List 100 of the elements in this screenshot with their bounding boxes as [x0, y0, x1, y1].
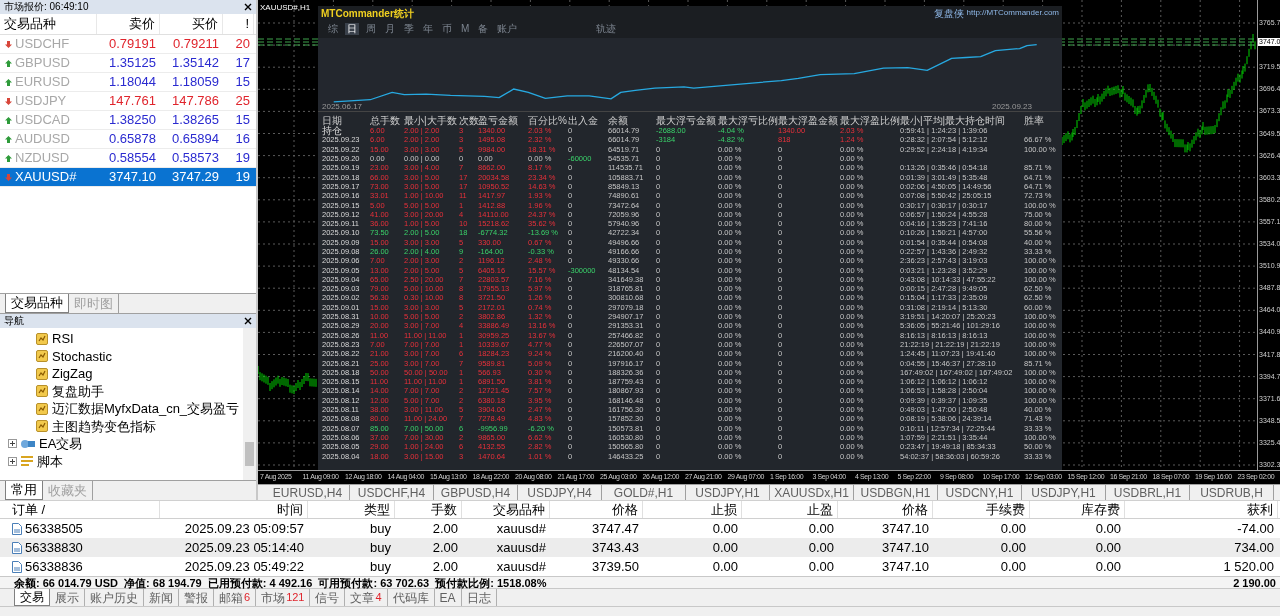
table-cell-text: -74.00: [1236, 519, 1275, 538]
document-icon: [12, 522, 22, 535]
column-header[interactable]: 价格: [550, 501, 643, 518]
panel-tab[interactable]: 月: [383, 23, 397, 35]
table-cell-text: 0.00: [807, 519, 835, 538]
table-cell-text: 3747.10: [881, 538, 930, 557]
column-header[interactable]: !: [223, 14, 254, 34]
column-header[interactable]: 买价: [160, 14, 223, 34]
tree-item[interactable]: 迈汇数据MyfxData_cn_交易盈亏: [52, 401, 240, 417]
column-header[interactable]: 时间: [160, 501, 308, 518]
panel-tab[interactable]: 日: [345, 23, 359, 35]
bid-price: 1.18044: [108, 73, 157, 92]
spread-value: 15: [234, 73, 251, 92]
column-header[interactable]: 库存费: [1030, 501, 1125, 518]
table-cell-text: 2025.09.23 05:14:40: [183, 538, 305, 557]
panel-tab[interactable]: 账户: [495, 23, 520, 35]
panel-tab[interactable]: M: [459, 23, 472, 35]
bid-price: 0.65878: [108, 130, 157, 149]
panel-tab[interactable]: 周: [364, 23, 378, 35]
column-header: 日期: [322, 115, 343, 126]
symbol-name: XAUUSD#: [15, 168, 77, 187]
ask-price: 0.79211: [171, 35, 220, 54]
column-header: 最大浮亏比例: [718, 115, 778, 126]
column-header: 最小|平均|最大持仓时间: [900, 115, 1007, 126]
table-cell-text: 2.00: [431, 557, 459, 576]
tab[interactable]: 交易: [14, 589, 50, 606]
spread-value: 15: [234, 111, 251, 130]
total-profit: 2 190.00: [1233, 576, 1276, 589]
script-icon: [20, 455, 34, 468]
spread-value: 16: [234, 130, 251, 149]
column-header[interactable]: 类型: [308, 501, 395, 518]
tree-item[interactable]: 脚本: [37, 451, 63, 471]
column-header: 百分比%: [528, 115, 568, 126]
panel-tab[interactable]: 币: [440, 23, 454, 35]
close-icon[interactable]: [244, 317, 252, 325]
table-cell-text: 0.00: [1094, 538, 1122, 557]
indicator-icon: [36, 420, 48, 433]
scrollbar-thumb[interactable]: [245, 442, 254, 466]
tree-item[interactable]: Stochastic: [52, 348, 112, 364]
table-cell-text: 0.00: [711, 538, 739, 557]
ask-price: 1.38265: [171, 111, 220, 130]
symbol-name: GBPUSD: [15, 54, 70, 73]
symbol-name: NZDUSD: [15, 149, 70, 168]
panel-tab[interactable]: 轨迹: [594, 23, 619, 35]
symbol-name: AUDUSD: [15, 130, 70, 149]
panel-title: 导航: [4, 316, 24, 326]
panel-tab[interactable]: 年: [421, 23, 435, 35]
column-header[interactable]: 卖价: [97, 14, 160, 34]
table-cell-text: 3747.10: [881, 557, 930, 576]
column-header[interactable]: 手数: [395, 501, 462, 518]
table-cell-text: buy: [369, 519, 392, 538]
column-header[interactable]: 订单 /: [0, 501, 160, 518]
symbol-row[interactable]: XAUUSD# 3747.10 3747.29 19: [0, 168, 256, 187]
tab[interactable]: 交易品种: [5, 294, 69, 313]
ask-price: 0.58573: [171, 149, 220, 168]
expand-icon[interactable]: [8, 456, 17, 466]
column-header: 盈亏金额: [478, 115, 519, 126]
column-header[interactable]: 交易品种: [0, 14, 97, 34]
symbol-name: EURUSD: [15, 73, 70, 92]
brand-label: 复盘侠: [933, 7, 964, 19]
tree-item[interactable]: 复盘助手: [52, 383, 104, 399]
panel-title: 市场报价: 06:49:10: [4, 2, 89, 12]
column-header[interactable]: 止盈: [742, 501, 838, 518]
column-header: 最大浮亏金额: [656, 115, 717, 126]
indicator-icon: [36, 367, 48, 380]
column-header: 余额: [608, 115, 629, 126]
bid-price: 1.35125: [108, 54, 157, 73]
ask-price: 3747.29: [171, 168, 220, 187]
panel-tab[interactable]: 备: [476, 23, 491, 35]
spread-value: 19: [234, 168, 251, 187]
panel-tab[interactable]: 季: [402, 23, 416, 35]
column-header[interactable]: 止损: [643, 501, 742, 518]
table-cell-text: 持仓: [322, 126, 343, 136]
panel-tab[interactable]: 综: [326, 23, 340, 35]
scrollbar[interactable]: [243, 328, 256, 480]
table-cell-text: 0.00: [807, 557, 835, 576]
column-header: 总手数: [370, 115, 401, 126]
table-cell-text: xauusd#: [495, 519, 547, 538]
tree-item[interactable]: 主图趋势变色指标: [52, 418, 156, 434]
bid-price: 0.58554: [108, 149, 157, 168]
column-header[interactable]: 交易品种: [462, 501, 550, 518]
tree-item[interactable]: ZigZag: [52, 366, 93, 382]
expand-icon[interactable]: [8, 439, 17, 449]
column-header: 出入金: [568, 115, 599, 126]
column-header[interactable]: 手续费: [933, 501, 1030, 518]
table-cell-text: 2025.09.23 05:09:57: [183, 519, 305, 538]
tab[interactable]: 常用: [5, 481, 43, 500]
table-cell-text: 0.00: [711, 557, 739, 576]
tree-item[interactable]: RSI: [52, 331, 74, 347]
table-cell-text: 0.00: [807, 538, 835, 557]
table-cell-text: 3743.43: [591, 538, 640, 557]
website-link[interactable]: http://MTCommander.com: [966, 7, 1059, 19]
bid-price: 147.761: [108, 92, 157, 111]
table-cell-text: 0.00: [999, 538, 1027, 557]
column-header[interactable]: 价格: [838, 501, 933, 518]
symbol-name: USDCAD: [15, 111, 70, 130]
ask-price: 0.65894: [171, 130, 220, 149]
close-icon[interactable]: [244, 3, 252, 11]
tree-item[interactable]: EA交易: [39, 434, 83, 454]
column-header[interactable]: 获利: [1125, 501, 1278, 518]
